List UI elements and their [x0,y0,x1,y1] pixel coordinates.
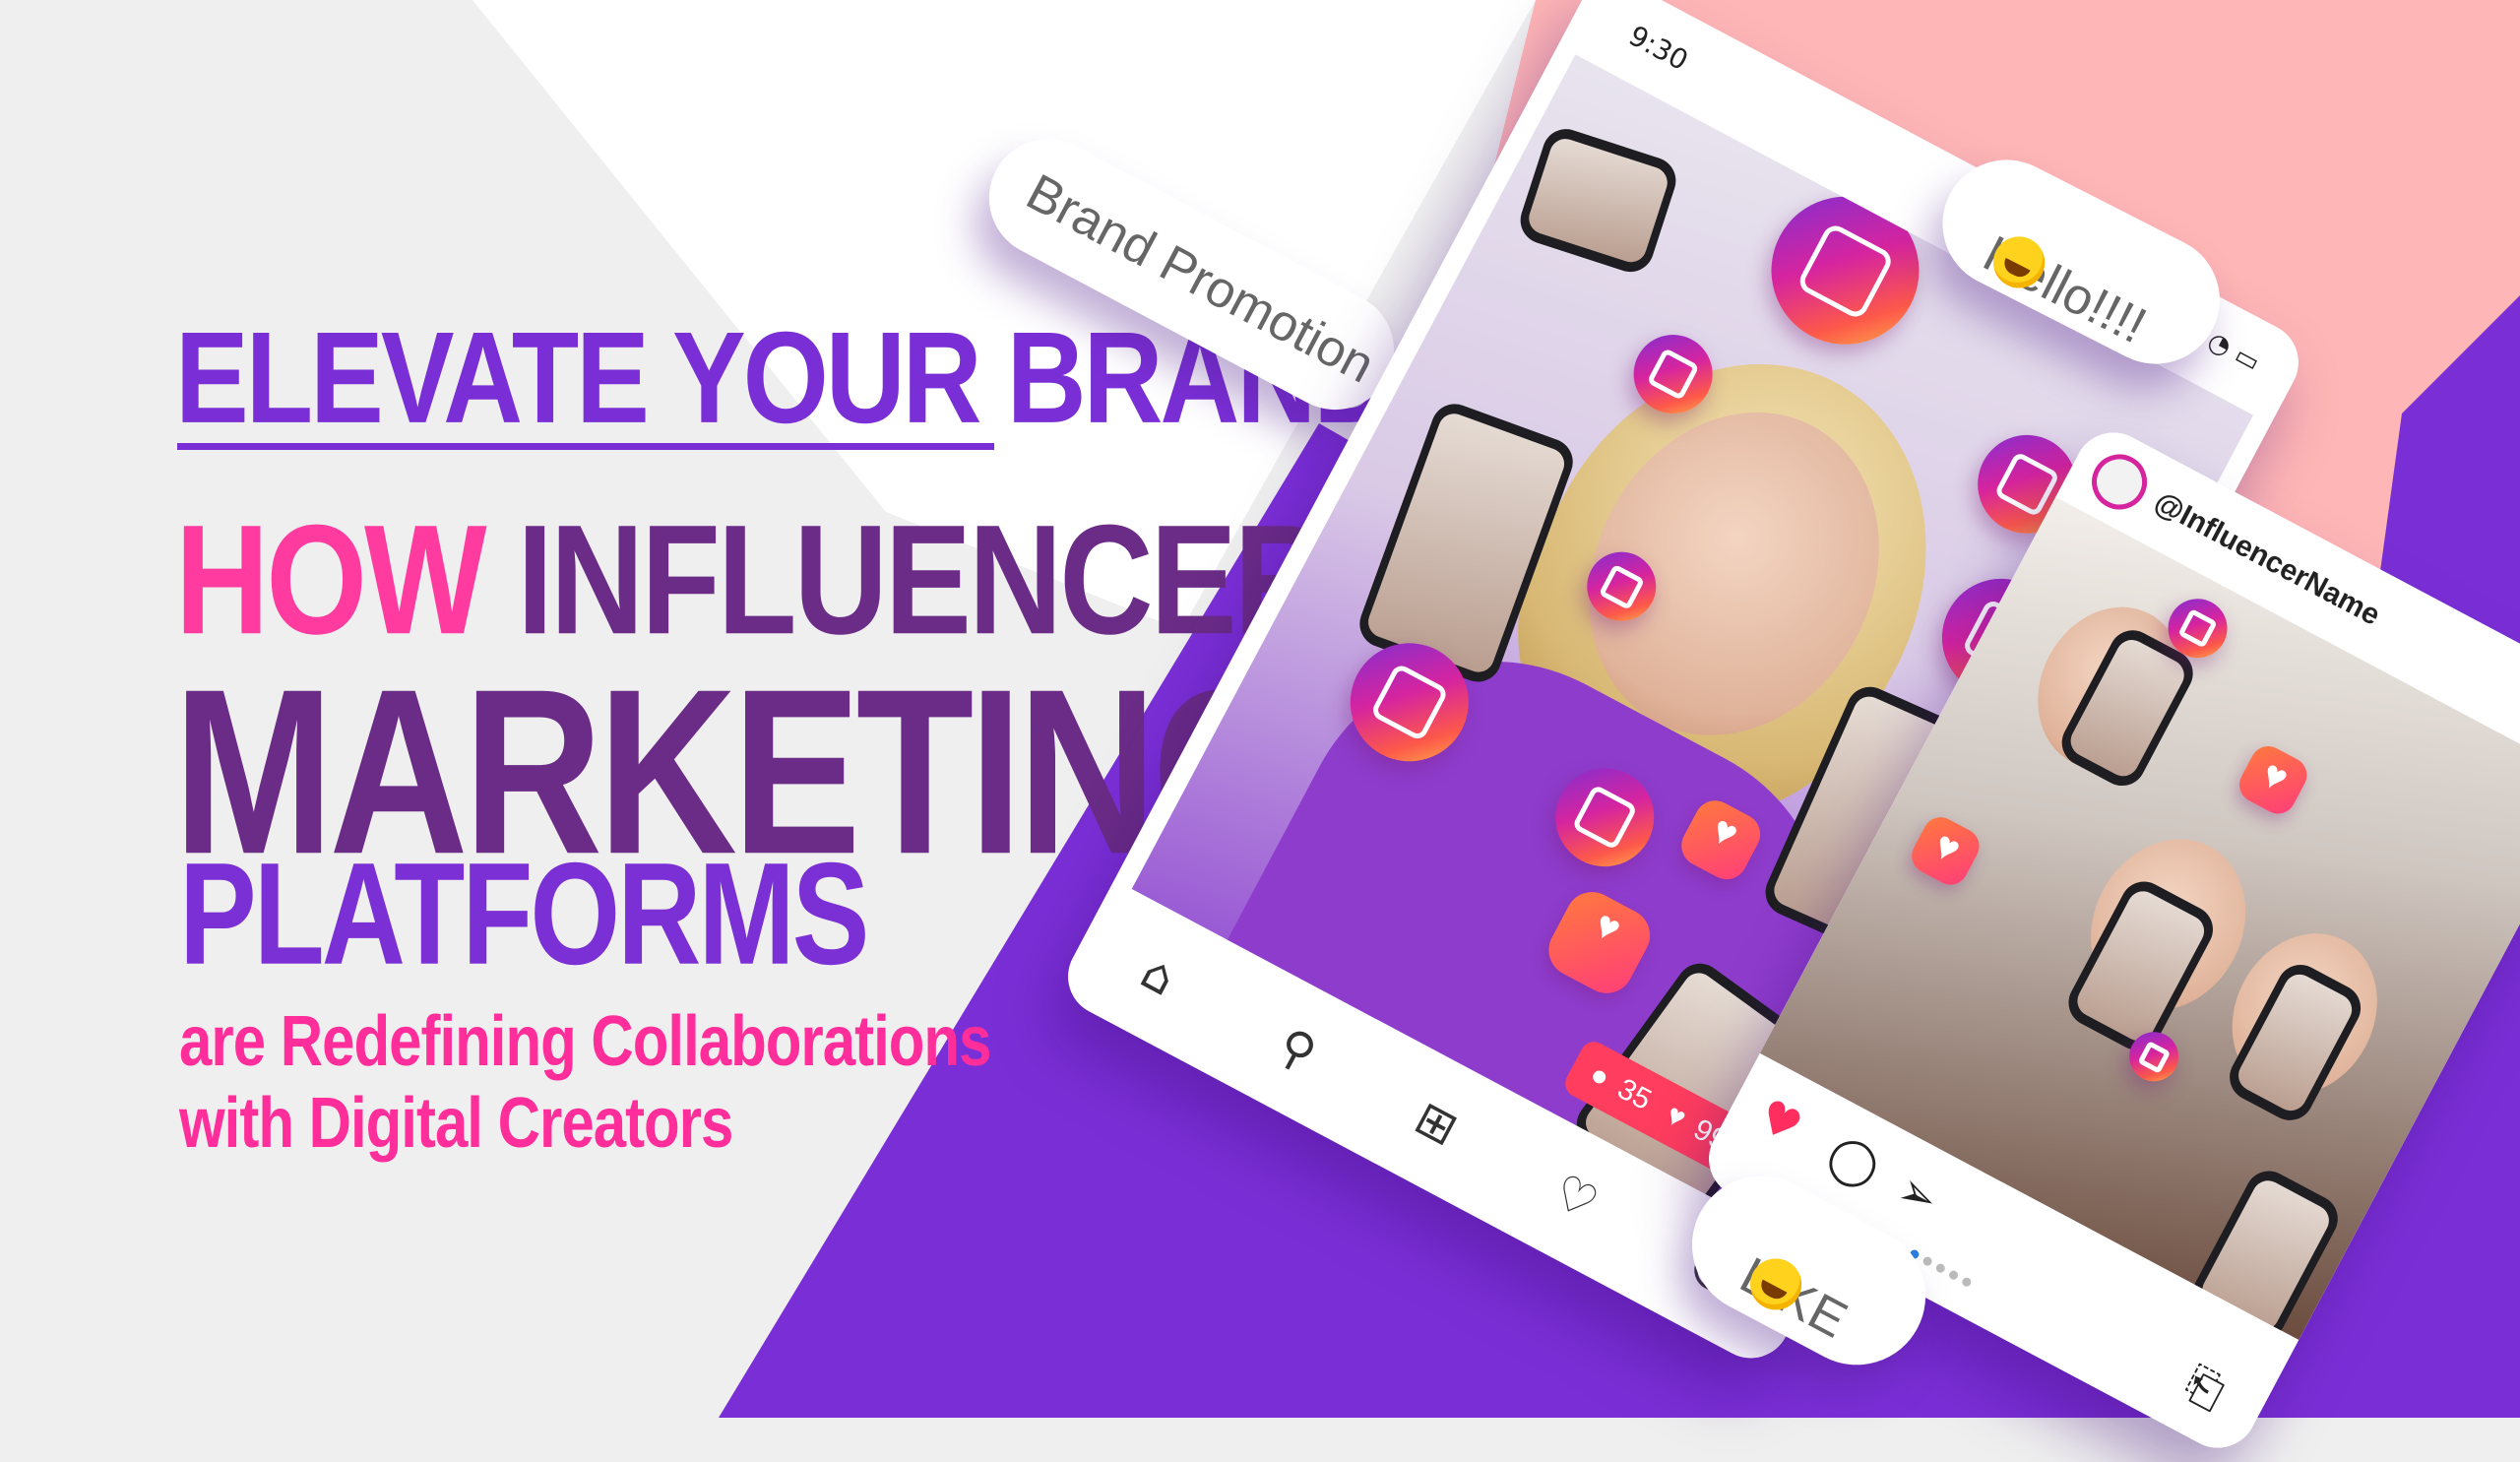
heart-bubble-icon [1905,810,1985,891]
comments-icon: ● [1584,1057,1615,1095]
comments-count: 35 [1611,1072,1657,1117]
headline-how-influencer: HOW INFLUENCER [175,501,1328,658]
heart-icon[interactable]: ♥ [1750,1088,1811,1154]
add-post-icon[interactable]: ⊞ [1390,1077,1483,1171]
share-icon[interactable]: ➢ [1889,1162,1947,1227]
subheadline-line1: are Redefining Collaborations [179,1001,991,1081]
home-icon[interactable]: ⌂ [1111,929,1205,1023]
likes-icon: ♥ [1661,1098,1692,1135]
carousel-dot[interactable] [1922,1255,1934,1268]
avatar[interactable] [2082,444,2157,520]
headline-platforms: PLATFORMS [179,833,869,996]
headline-underline [177,443,994,450]
search-icon[interactable]: ⚲ [1251,1003,1345,1097]
carousel-dot[interactable] [1960,1276,1973,1289]
comment-icon[interactable]: ◯ [1819,1125,1889,1196]
carousel-dot[interactable] [1934,1262,1947,1275]
subheadline-line2: with Digital Creators [179,1083,733,1163]
heart-icon[interactable]: ♡ [1529,1151,1622,1244]
held-phone-top [1514,122,1682,279]
carousel-dot[interactable] [1947,1269,1960,1282]
bookmark-icon[interactable]: ⎗ [2175,1355,2234,1421]
heart-bubble-icon [2233,739,2313,820]
